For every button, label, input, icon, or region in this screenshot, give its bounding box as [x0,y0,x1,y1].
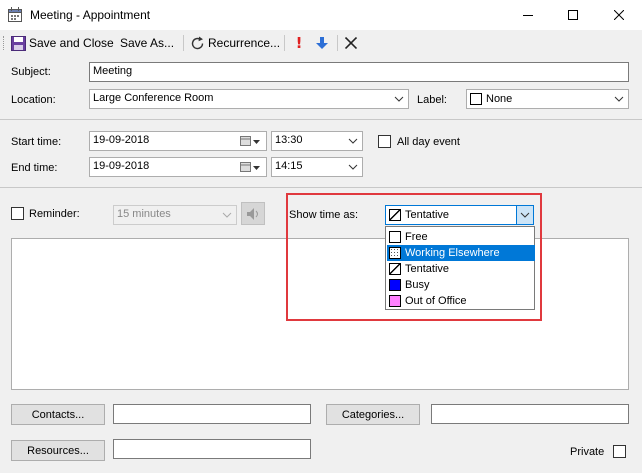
end-time-value: 14:15 [275,160,303,172]
recurrence-label: Recurrence... [208,36,281,50]
contacts-label: Contacts... [31,408,85,421]
high-importance-button[interactable]: ! [294,34,304,52]
chevron-down-icon [348,164,358,170]
maximize-button[interactable] [550,0,596,30]
save-as-button[interactable]: Save As... [120,34,174,52]
close-button[interactable] [596,0,642,30]
minimize-button[interactable] [505,0,551,30]
end-date-picker[interactable]: 19-09-2018 [89,157,267,177]
label-combo[interactable]: None [466,89,629,109]
speaker-icon [247,207,258,220]
categories-button[interactable]: Categories... [326,404,420,425]
end-time-combo[interactable]: 14:15 [271,157,363,177]
start-time-value: 13:30 [275,134,303,146]
reminder-checkbox[interactable] [11,207,24,220]
chevron-down-icon [614,96,624,102]
window-title: Meeting - Appointment [30,8,151,22]
delete-button[interactable] [344,34,358,52]
end-time-label: End time: [11,162,58,174]
chevron-down-icon [348,138,358,144]
contacts-input[interactable] [113,404,311,424]
categories-input[interactable] [431,404,629,424]
minimize-icon [523,15,533,16]
location-value: Large Conference Room [93,92,214,104]
resources-label: Resources... [27,444,89,457]
save-and-close-button[interactable]: Save and Close [11,34,114,52]
toolbar: Save and Close Save As... Recurrence... … [0,30,642,56]
location-combo[interactable]: Large Conference Room [89,89,409,109]
toolbar-separator [337,35,338,51]
reminder-sound-button[interactable] [241,202,265,225]
delete-x-icon [345,37,357,49]
chevron-down-icon [394,96,404,102]
resources-input[interactable] [113,439,311,459]
close-icon [614,10,624,20]
resources-button[interactable]: Resources... [11,440,105,461]
private-label: Private [570,446,605,458]
contacts-button[interactable]: Contacts... [11,404,105,425]
recurrence-icon [191,36,204,49]
reminder-combo[interactable]: 15 minutes [113,205,237,225]
start-time-combo[interactable]: 13:30 [271,131,363,151]
end-date-value: 19-09-2018 [93,160,150,172]
subject-label: Subject: [11,66,51,78]
start-date-value: 19-09-2018 [93,134,150,146]
divider [0,119,642,120]
all-day-label: All day event [397,136,460,148]
low-importance-button[interactable] [315,34,329,52]
divider [0,187,642,188]
calendar-dropdown-icon [240,135,262,147]
start-date-picker[interactable]: 19-09-2018 [89,131,267,151]
label-value: None [486,93,513,105]
save-as-label: Save As... [120,36,175,50]
categories-label: Categories... [341,408,405,421]
calendar-icon [8,7,22,25]
save-icon [11,35,26,51]
location-label: Location: [11,94,56,106]
start-time-label: Start time: [11,136,62,148]
maximize-icon [568,10,578,20]
recurrence-button[interactable]: Recurrence... [190,34,280,52]
chevron-down-icon [222,212,232,218]
toolbar-separator [183,35,184,51]
toolbar-separator [284,35,285,51]
all-day-checkbox[interactable] [378,135,391,148]
label-label: Label: [417,94,447,106]
calendar-dropdown-icon [240,161,262,173]
none-color-swatch [470,93,482,105]
private-checkbox[interactable] [613,445,626,458]
title-bar: Meeting - Appointment [0,0,642,30]
toolbar-grip [3,36,5,50]
highlight-annotation-box [286,193,542,321]
reminder-label: Reminder: [29,208,80,220]
save-and-close-label: Save and Close [29,36,114,50]
subject-input[interactable]: Meeting [89,62,629,82]
exclamation-icon: ! [295,34,303,52]
arrow-down-icon [316,37,328,49]
reminder-value: 15 minutes [117,208,171,220]
